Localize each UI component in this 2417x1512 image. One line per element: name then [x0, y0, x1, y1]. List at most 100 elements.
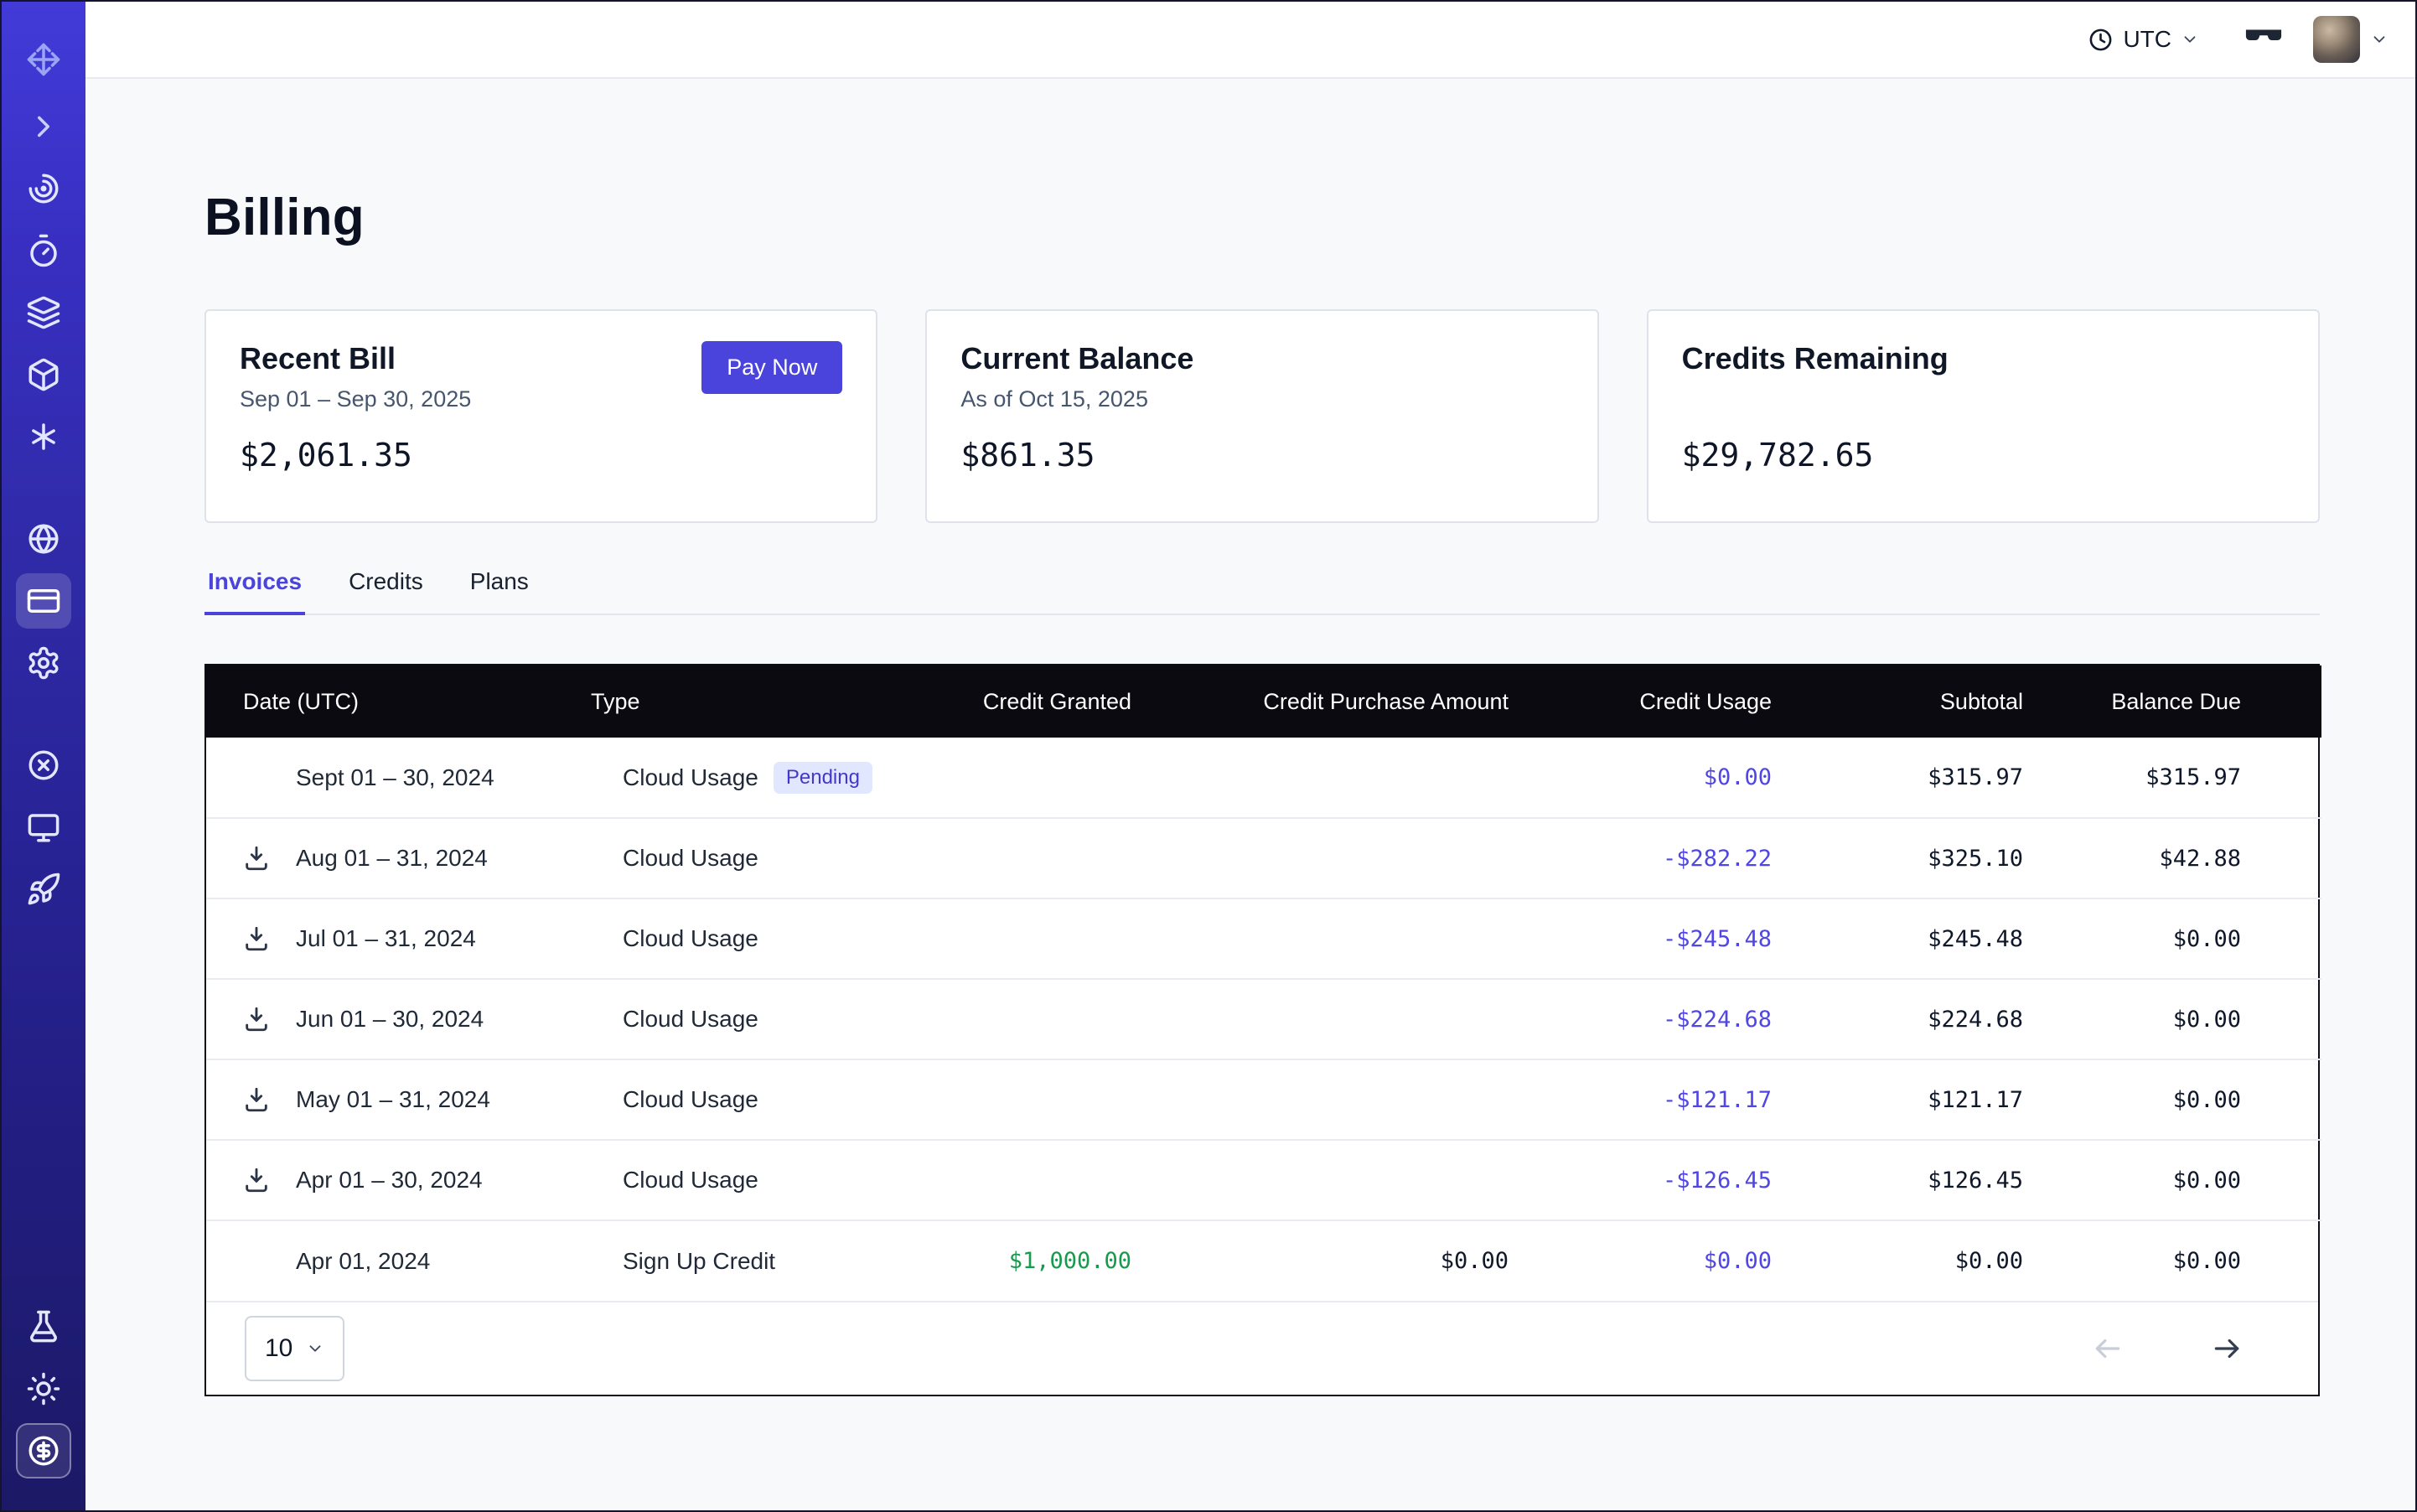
sidebar-group [16, 32, 71, 471]
pay-now-button[interactable]: Pay Now [701, 341, 842, 394]
gear-icon[interactable] [16, 635, 71, 691]
sidebar [2, 2, 85, 1510]
download-invoice-icon[interactable] [242, 1085, 296, 1114]
column-header-date-utc: Date (UTC) [206, 665, 590, 738]
table-row: Apr 01, 2024Sign Up Credit$1,000.00$0.00… [206, 1220, 2321, 1301]
credit-usage-value: -$121.17 [1544, 1059, 1807, 1140]
layers-icon[interactable] [16, 285, 71, 340]
card-title: Current Balance [960, 341, 1563, 376]
main-area: UTC Billing Recent Bill Sep 01 – Sep 30,… [85, 2, 2415, 1510]
card-subtitle [1682, 386, 2285, 415]
tab-plans[interactable]: Plans [467, 568, 532, 615]
invoice-type: Cloud Usage [623, 925, 758, 952]
page-title: Billing [204, 188, 2320, 247]
invoice-type-cell: Cloud Usage [590, 979, 949, 1059]
sun-icon[interactable] [16, 1361, 71, 1416]
column-header-balance-due: Balance Due [2058, 665, 2321, 738]
column-header-subtotal: Subtotal [1807, 665, 2058, 738]
credit-purchase-amount-value [1167, 898, 1544, 979]
sidebar-bottom-group [16, 1299, 71, 1485]
clock-icon [2088, 27, 2114, 53]
invoice-type-cell: Cloud Usage [590, 898, 949, 979]
monitor-icon[interactable] [16, 800, 71, 855]
invoice-date-cell: Aug 01 – 31, 2024 [206, 818, 590, 898]
goggles-icon[interactable] [2244, 24, 2283, 54]
table-row: Apr 01 – 30, 2024Cloud Usage-$126.45$126… [206, 1140, 2321, 1220]
invoice-date-cell: May 01 – 31, 2024 [206, 1059, 590, 1140]
page-size-select[interactable]: 10 [245, 1316, 344, 1381]
user-menu[interactable] [2313, 16, 2389, 63]
tab-invoices[interactable]: Invoices [204, 568, 305, 615]
rocket-icon[interactable] [16, 862, 71, 917]
column-header-credit-usage: Credit Usage [1544, 665, 1807, 738]
credit-purchase-amount-value: $0.00 [1167, 1220, 1544, 1301]
invoice-date-cell: Apr 01, 2024 [206, 1220, 590, 1301]
credit-granted-value [949, 1059, 1167, 1140]
download-invoice-icon[interactable] [242, 1166, 296, 1194]
prev-page-icon[interactable] [2092, 1333, 2124, 1364]
credit-card-icon[interactable] [16, 573, 71, 629]
globe-icon[interactable] [16, 511, 71, 567]
credit-granted-value: $1,000.00 [949, 1220, 1167, 1301]
credit-purchase-amount-value [1167, 1140, 1544, 1220]
subtotal-value: $325.10 [1807, 818, 2058, 898]
circle-x-icon[interactable] [16, 738, 71, 793]
balance-due-value: $0.00 [2058, 898, 2321, 979]
next-page-icon[interactable] [2211, 1333, 2243, 1364]
invoice-table-body: Sept 01 – 30, 2024 Cloud Usage Pending $0.0… [206, 738, 2321, 1301]
invoice-date-cell: Jul 01 – 31, 2024 [206, 898, 590, 979]
logo-icon[interactable] [16, 32, 71, 87]
asterisk-icon[interactable] [16, 409, 71, 464]
credit-granted-value [949, 1140, 1167, 1220]
invoice-date: Jul 01 – 31, 2024 [296, 925, 476, 952]
invoice-date-cell: Jun 01 – 30, 2024 [206, 979, 590, 1059]
status-badge: Pending [774, 762, 872, 794]
page-size-value: 10 [265, 1334, 292, 1363]
table-header-row: Date (UTC)TypeCredit GrantedCredit Purch… [206, 665, 2321, 738]
credit-purchase-amount-value [1167, 1059, 1544, 1140]
invoice-type-cell: Sign Up Credit [590, 1220, 949, 1301]
sidebar-section-gap [16, 697, 71, 738]
card-amount: $861.35 [960, 437, 1563, 474]
cube-icon[interactable] [16, 347, 71, 402]
column-header-type: Type [590, 665, 949, 738]
invoices-table: Date (UTC)TypeCredit GrantedCredit Purch… [204, 664, 2320, 1396]
topbar: UTC [85, 2, 2415, 79]
invoice-type-cell: Cloud Usage [590, 1140, 949, 1220]
credit-usage-value: -$245.48 [1544, 898, 1807, 979]
timezone-selector[interactable]: UTC [2088, 26, 2199, 53]
credit-usage-value: -$224.68 [1544, 979, 1807, 1059]
radar-icon[interactable] [16, 161, 71, 216]
flask-icon[interactable] [16, 1299, 71, 1354]
summary-cards: Recent Bill Sep 01 – Sep 30, 2025 $2,061… [204, 309, 2320, 523]
chevron-down-icon [306, 1339, 324, 1358]
invoice-type: Cloud Usage [623, 1086, 758, 1113]
credit-usage-value: $0.00 [1544, 1220, 1807, 1301]
current-balance-card: Current Balance As of Oct 15, 2025 $861.… [925, 309, 1598, 523]
credit-purchase-amount-value [1167, 979, 1544, 1059]
invoice-date-cell: Sept 01 – 30, 2024 [206, 738, 590, 818]
invoice-date: May 01 – 31, 2024 [296, 1086, 490, 1113]
sidebar-groups [16, 32, 71, 924]
invoice-date: Aug 01 – 31, 2024 [296, 845, 488, 872]
avatar [2313, 16, 2360, 63]
invoice-date: Apr 01, 2024 [296, 1248, 430, 1275]
pagination-bar: 10 [206, 1301, 2318, 1395]
download-invoice-icon[interactable] [242, 1005, 296, 1033]
dollar-coin-icon[interactable] [16, 1423, 71, 1478]
timer-icon[interactable] [16, 223, 71, 278]
billing-tabs: Invoices Credits Plans [204, 568, 2320, 615]
subtotal-value: $126.45 [1807, 1140, 2058, 1220]
sidebar-section-gap [16, 471, 71, 511]
invoice-type: Cloud Usage [623, 1167, 758, 1194]
app-window: UTC Billing Recent Bill Sep 01 – Sep 30,… [0, 0, 2417, 1512]
table-row: Aug 01 – 31, 2024Cloud Usage-$282.22$325… [206, 818, 2321, 898]
tab-credits[interactable]: Credits [345, 568, 427, 615]
credit-granted-value [949, 898, 1167, 979]
credit-usage-value: $0.00 [1544, 738, 1807, 818]
card-amount: $2,061.35 [240, 437, 842, 474]
download-invoice-icon[interactable] [242, 844, 296, 873]
chevron-right-icon[interactable] [16, 99, 71, 154]
subtotal-value: $315.97 [1807, 738, 2058, 818]
download-invoice-icon[interactable] [242, 924, 296, 953]
